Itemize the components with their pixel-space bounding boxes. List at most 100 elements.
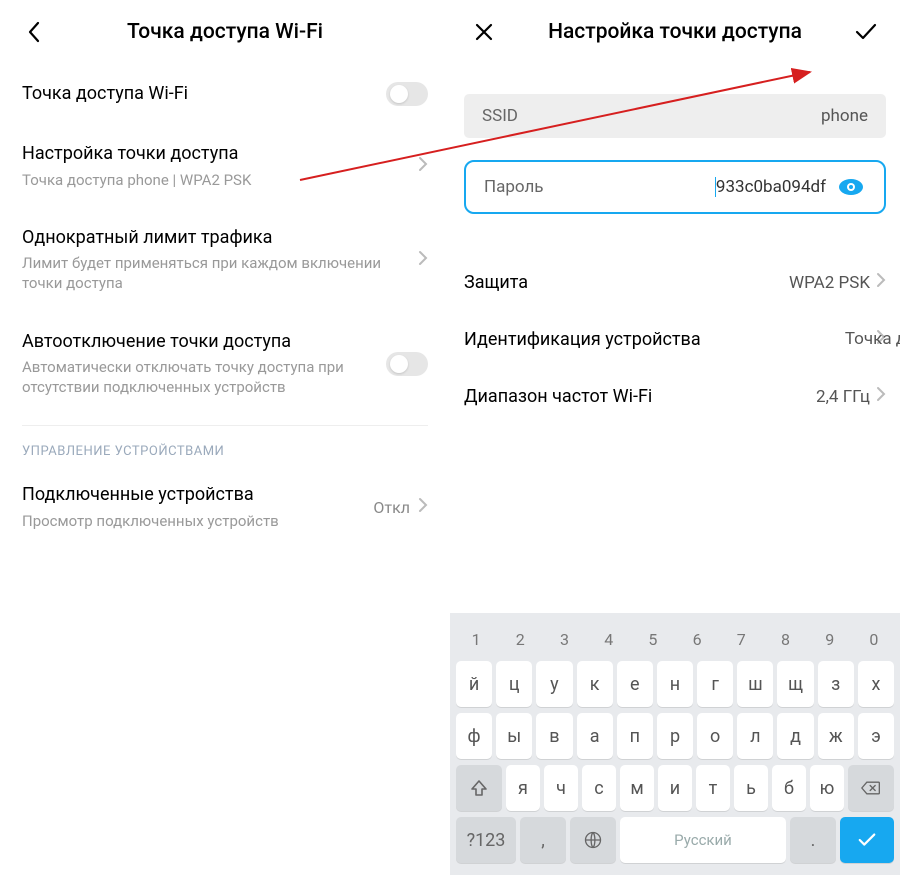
key-ш[interactable]: ш — [737, 661, 773, 707]
key-р[interactable]: р — [657, 713, 693, 759]
row-label: Точка доступа Wi-Fi — [22, 82, 386, 106]
key-5[interactable]: 5 — [633, 623, 673, 655]
row-label: Защита — [464, 272, 789, 293]
key-space[interactable]: Русский — [620, 817, 786, 863]
confirm-button[interactable] — [848, 14, 884, 50]
keyboard-row-bottom: ?123 , Русский . — [456, 817, 894, 863]
key-6[interactable]: 6 — [677, 623, 717, 655]
toggle-hotspot[interactable] — [386, 82, 428, 106]
key-8[interactable]: 8 — [765, 623, 805, 655]
close-button[interactable] — [466, 14, 502, 50]
key-е[interactable]: е — [617, 661, 653, 707]
key-2[interactable]: 2 — [500, 623, 540, 655]
key-shift[interactable] — [456, 765, 502, 811]
divider — [22, 425, 428, 426]
key-о[interactable]: о — [697, 713, 733, 759]
key-а[interactable]: а — [577, 713, 613, 759]
row-label: Настройка точки доступа — [22, 142, 418, 166]
backspace-icon — [861, 778, 881, 798]
key-п[interactable]: п — [617, 713, 653, 759]
row-value: 2,4 ГГц — [816, 387, 870, 407]
row-auto-off[interactable]: Автоотключение точки доступа Автоматичес… — [22, 312, 428, 416]
row-sublabel: Лимит будет применяться при каждом включ… — [22, 253, 418, 294]
key-enter[interactable] — [840, 817, 894, 863]
key-б[interactable]: б — [772, 765, 806, 811]
key-ю[interactable]: ю — [810, 765, 844, 811]
key-з[interactable]: з — [818, 661, 854, 707]
key-к[interactable]: к — [577, 661, 613, 707]
row-setup-hotspot[interactable]: Настройка точки доступа Точка доступа ph… — [22, 124, 428, 208]
chevron-right-icon — [418, 497, 428, 517]
close-icon — [475, 23, 493, 41]
key-и[interactable]: и — [658, 765, 692, 811]
key-ж[interactable]: ж — [818, 713, 854, 759]
key-й[interactable]: й — [456, 661, 492, 707]
password-field[interactable]: Пароль 933c0ba094df — [464, 160, 886, 214]
row-security[interactable]: Защита WPA2 PSK — [464, 254, 886, 311]
key-ч[interactable]: ч — [544, 765, 578, 811]
ssid-field[interactable]: SSID phone — [464, 94, 886, 138]
key-э[interactable]: э — [858, 713, 894, 759]
eye-icon[interactable] — [836, 174, 866, 200]
key-щ[interactable]: щ — [777, 661, 813, 707]
globe-icon — [583, 830, 603, 850]
row-band[interactable]: Диапазон частот Wi-Fi 2,4 ГГц — [464, 368, 886, 425]
key-1[interactable]: 1 — [456, 623, 496, 655]
back-button[interactable] — [16, 14, 52, 50]
row-hotspot-toggle[interactable]: Точка доступа Wi-Fi — [22, 64, 428, 124]
key-language[interactable] — [570, 817, 616, 863]
keyboard-row-3: ячсмитьбю — [456, 765, 894, 811]
row-connected-devices[interactable]: Подключенные устройства Просмотр подключ… — [22, 465, 428, 549]
key-х[interactable]: х — [858, 661, 894, 707]
key-т[interactable]: т — [696, 765, 730, 811]
key-м[interactable]: м — [620, 765, 654, 811]
key-0[interactable]: 0 — [854, 623, 894, 655]
row-sublabel: Просмотр подключенных устройств — [22, 511, 373, 531]
key-я[interactable]: я — [506, 765, 540, 811]
key-9[interactable]: 9 — [810, 623, 850, 655]
chevron-left-icon — [27, 21, 41, 43]
check-icon — [855, 23, 877, 41]
row-value: Точка доступа — [845, 329, 900, 349]
key-ц[interactable]: ц — [496, 661, 532, 707]
key-ф[interactable]: ф — [456, 713, 492, 759]
key-ы[interactable]: ы — [496, 713, 532, 759]
password-value: 933c0ba094df — [715, 177, 826, 198]
row-sublabel: Автоматически отключать точку доступа пр… — [22, 357, 386, 398]
key-д[interactable]: д — [777, 713, 813, 759]
shift-icon — [469, 778, 489, 798]
key-у[interactable]: у — [536, 661, 572, 707]
key-с[interactable]: с — [582, 765, 616, 811]
row-traffic-limit[interactable]: Однократный лимит трафика Лимит будет пр… — [22, 208, 428, 312]
field-label: SSID — [482, 106, 518, 126]
key-в[interactable]: в — [536, 713, 572, 759]
key-3[interactable]: 3 — [544, 623, 584, 655]
check-icon — [857, 830, 877, 850]
keyboard[interactable]: 1234567890 йцукенгшщзх фывапролджэ ячсми… — [450, 613, 900, 875]
row-value: Откл — [373, 498, 410, 517]
chevron-right-icon — [418, 156, 428, 176]
key-4[interactable]: 4 — [589, 623, 629, 655]
row-identification[interactable]: Идентификация устройства Точка доступа — [464, 311, 886, 368]
key-symbols[interactable]: ?123 — [456, 817, 516, 863]
page-title-left: Точка доступа Wi-Fi — [52, 20, 398, 44]
chevron-right-icon — [876, 386, 886, 407]
key-comma[interactable]: , — [520, 817, 566, 863]
key-backspace[interactable] — [848, 765, 894, 811]
row-label: Подключенные устройства — [22, 483, 373, 507]
key-period[interactable]: . — [790, 817, 836, 863]
row-label: Однократный лимит трафика — [22, 226, 418, 250]
row-label: Диапазон частот Wi-Fi — [464, 386, 816, 407]
keyboard-row-2: фывапролджэ — [456, 713, 894, 759]
key-7[interactable]: 7 — [721, 623, 761, 655]
toggle-auto-off[interactable] — [386, 352, 428, 376]
page-title-right: Настройка точки доступа — [502, 20, 848, 44]
field-label: Пароль — [484, 177, 544, 197]
key-л[interactable]: л — [737, 713, 773, 759]
row-label: Идентификация устройства Точка доступа — [464, 329, 876, 350]
key-ь[interactable]: ь — [734, 765, 768, 811]
keyboard-row-1: йцукенгшщзх — [456, 661, 894, 707]
key-н[interactable]: н — [657, 661, 693, 707]
row-label: Автоотключение точки доступа — [22, 330, 386, 354]
key-г[interactable]: г — [697, 661, 733, 707]
